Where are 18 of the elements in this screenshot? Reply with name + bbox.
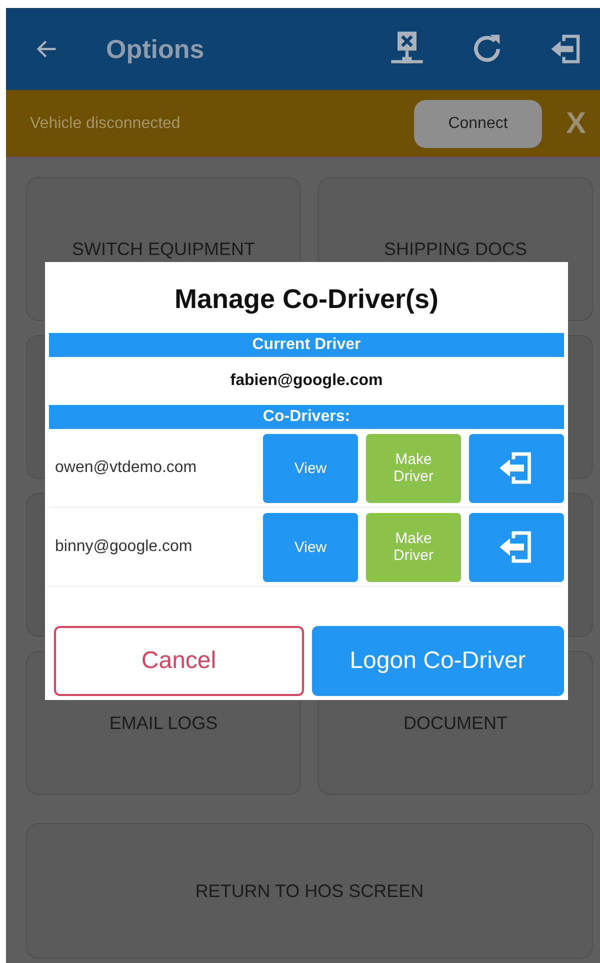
- current-driver-email: fabien@google.com: [229, 371, 384, 391]
- cancel-button[interactable]: Cancel: [54, 626, 304, 696]
- banner-message: Vehicle disconnected: [30, 114, 180, 132]
- section-header: Current Driver: [49, 333, 564, 357]
- co-driver-email: binny@google.com: [55, 538, 194, 556]
- view-button[interactable]: View: [263, 512, 358, 582]
- logout-button[interactable]: [469, 434, 564, 502]
- close-button[interactable]: X: [560, 106, 592, 142]
- option-tile[interactable]: RETURN TO HOS SCREEN: [26, 823, 593, 959]
- section-header: Co-Drivers:: [49, 405, 564, 429]
- make-driver-button[interactable]: Make Driver: [366, 512, 461, 582]
- make-driver-button[interactable]: Make Driver: [366, 434, 461, 502]
- connect-button[interactable]: Connect: [414, 100, 542, 148]
- screen-title: Options: [106, 34, 204, 64]
- logon-co-driver-button[interactable]: Logon Co-Driver: [312, 626, 564, 696]
- view-button[interactable]: View: [263, 434, 358, 502]
- logout-button[interactable]: [469, 512, 564, 582]
- co-driver-email: owen@vtdemo.com: [55, 459, 198, 477]
